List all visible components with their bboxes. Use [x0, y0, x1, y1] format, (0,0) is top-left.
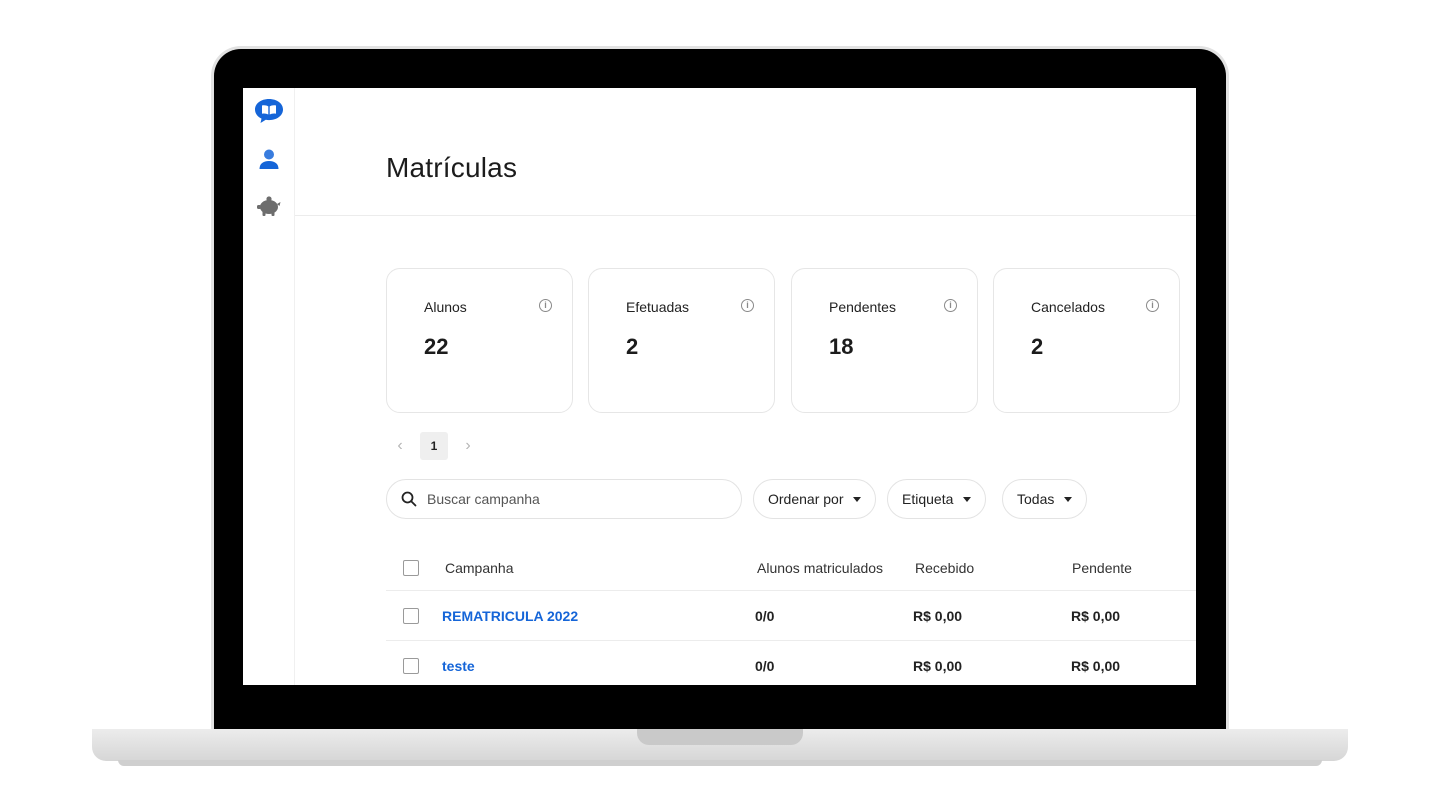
status-label: Todas	[1017, 491, 1055, 507]
table-header: Campanha Alunos matriculados Recebido Pe…	[386, 545, 1196, 591]
status-dropdown[interactable]: Todas	[1002, 479, 1088, 519]
tag-dropdown[interactable]: Etiqueta	[887, 479, 987, 519]
stat-value: 2	[1031, 334, 1044, 359]
stat-label: Efetuadas	[626, 299, 690, 315]
laptop-notch	[637, 729, 803, 745]
stat-card-pendentes: Pendentes i 18	[791, 268, 978, 413]
table-row: teste 0/0 R$ 0,00 R$ 0,00	[386, 641, 1196, 685]
logo-icon[interactable]	[253, 95, 285, 127]
stats-cards: Alunos i 22 Efetuadas i 2 Pendentes i 18…	[386, 268, 1196, 414]
caret-down-icon	[1064, 496, 1073, 502]
campaigns-table: Campanha Alunos matriculados Recebido Pe…	[386, 545, 1196, 685]
stat-label: Pendentes	[829, 299, 896, 315]
info-icon[interactable]: i	[539, 299, 552, 312]
page-number[interactable]: 1	[420, 432, 448, 460]
chevron-left-icon[interactable]: ‹	[386, 432, 414, 460]
campaign-link[interactable]: teste	[442, 641, 475, 685]
laptop-base-shadow	[118, 760, 1322, 766]
search-input[interactable]	[427, 491, 717, 507]
column-header-campanha[interactable]: Campanha	[445, 545, 514, 590]
row-checkbox[interactable]	[403, 657, 419, 674]
page-title: Matrículas	[386, 152, 518, 183]
order-by-label: Ordenar por	[768, 491, 844, 507]
piggy-bank-icon[interactable]	[253, 190, 285, 222]
app-screen: Matrículas Alunos i 22 Efetuadas i 2 Pen…	[243, 88, 1196, 685]
info-icon[interactable]: i	[1146, 299, 1159, 312]
pagination: ‹ 1 ›	[386, 432, 482, 460]
chevron-right-icon[interactable]: ›	[454, 432, 482, 460]
info-icon[interactable]: i	[741, 299, 754, 312]
stat-card-cancelados: Cancelados i 2	[993, 268, 1180, 413]
search-field[interactable]	[386, 479, 742, 519]
stat-value: 2	[626, 334, 639, 359]
stat-value: 22	[424, 334, 449, 359]
tag-label: Etiqueta	[902, 491, 954, 507]
stat-label: Alunos	[424, 299, 467, 315]
page-header: Matrículas	[295, 88, 1196, 216]
table-row: REMATRICULA 2022 0/0 R$ 0,00 R$ 0,00	[386, 591, 1196, 641]
laptop-frame: Matrículas Alunos i 22 Efetuadas i 2 Pen…	[0, 0, 1440, 810]
stat-value: 18	[829, 334, 854, 359]
received-value: R$ 0,00	[913, 657, 963, 674]
row-checkbox[interactable]	[403, 607, 419, 624]
stat-label: Cancelados	[1031, 299, 1105, 315]
caret-down-icon	[963, 496, 972, 502]
select-all-checkbox[interactable]	[403, 559, 419, 576]
enrolled-value: 0/0	[755, 657, 775, 674]
stat-card-efetuadas: Efetuadas i 2	[588, 268, 775, 413]
column-header-pendente[interactable]: Pendente	[1072, 545, 1132, 590]
campaign-link[interactable]: REMATRICULA 2022	[442, 591, 578, 640]
column-header-recebido[interactable]: Recebido	[915, 545, 974, 590]
pending-value: R$ 0,00	[1071, 607, 1121, 624]
stat-card-alunos: Alunos i 22	[386, 268, 573, 413]
received-value: R$ 0,00	[913, 607, 963, 624]
column-header-alunos[interactable]: Alunos matriculados	[757, 545, 883, 590]
enrolled-value: 0/0	[755, 607, 775, 624]
user-icon[interactable]	[253, 143, 285, 175]
pending-value: R$ 0,00	[1071, 657, 1121, 674]
caret-down-icon	[853, 496, 862, 502]
order-by-dropdown[interactable]: Ordenar por	[753, 479, 877, 519]
search-icon	[401, 491, 417, 507]
info-icon[interactable]: i	[944, 299, 957, 312]
sidebar	[243, 88, 295, 685]
